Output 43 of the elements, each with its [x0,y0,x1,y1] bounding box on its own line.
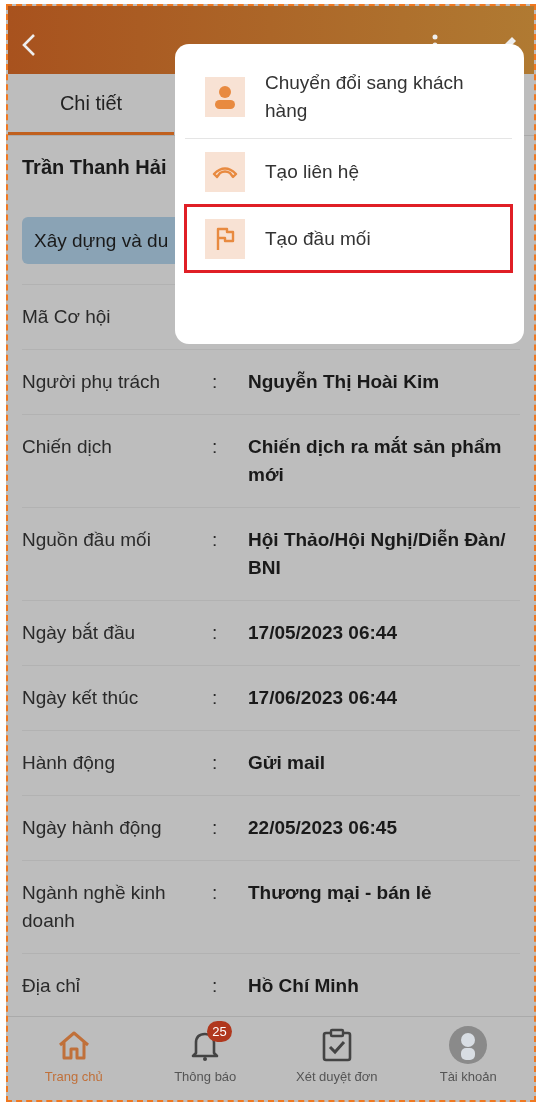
field-value: Hồ Chí Minh [248,974,360,998]
colon: : [212,435,219,459]
nav-label[interactable]: Thông báo [174,1069,237,1084]
field-value: Thương mại - bán lẻ [248,881,433,905]
field-label: Địa chỉ [22,974,82,998]
field-value: Hội Thảo/Hội Nghị/Diễn Đàn/ BNI [248,528,507,580]
notification-badge: 25 [207,1021,232,1042]
colon: : [212,686,219,710]
colon: : [212,751,219,775]
flag-icon [215,227,235,251]
phone-icon [212,165,238,179]
menu-item[interactable]: Tạo liên hệ [185,138,512,205]
field-label: Ngày bắt đầu [22,621,137,645]
field-label: Ngày hành động [22,816,163,840]
menu-item[interactable]: Chuyển đổi sang khách hàng [185,56,512,138]
colon: : [212,621,219,645]
field-value: Chiến dịch ra mắt sản phẩm mới [248,435,503,487]
field-label: Ngày kết thúc [22,686,140,710]
colon: : [212,816,219,840]
nav-label[interactable]: Xét duyệt đơn [296,1069,378,1084]
field-label: Ngành nghề kinh doanh [22,881,167,933]
field-value: Gửi mail [248,751,327,775]
field-label: Mã Cơ hội [22,305,112,329]
colon: : [212,974,219,998]
field-value: 17/06/2023 06:44 [248,686,398,710]
clipboard-check-icon [321,1028,352,1062]
avatar-icon [449,1026,488,1064]
home-icon [57,1030,90,1060]
colon: : [212,370,219,394]
field-label: Hành động [22,751,116,775]
colon: : [212,881,219,905]
field-label: Nguồn đầu mối [22,528,152,552]
field-value: Nguyễn Thị Hoài Kim [248,370,441,394]
colon: : [212,528,219,552]
nav-label[interactable]: Tài khoản [439,1069,497,1084]
field-value: 17/05/2023 06:44 [248,621,398,645]
back-icon[interactable] [22,33,36,57]
menu-item[interactable]: Tạo đầu mối [185,205,512,272]
field-label: Chiến dịch [22,435,113,459]
opportunity-name: Trần Thanh Hải [22,156,167,178]
person-icon [214,85,236,109]
field-label: Người phụ trách [22,370,162,394]
field-value: 22/05/2023 06:45 [248,816,398,840]
